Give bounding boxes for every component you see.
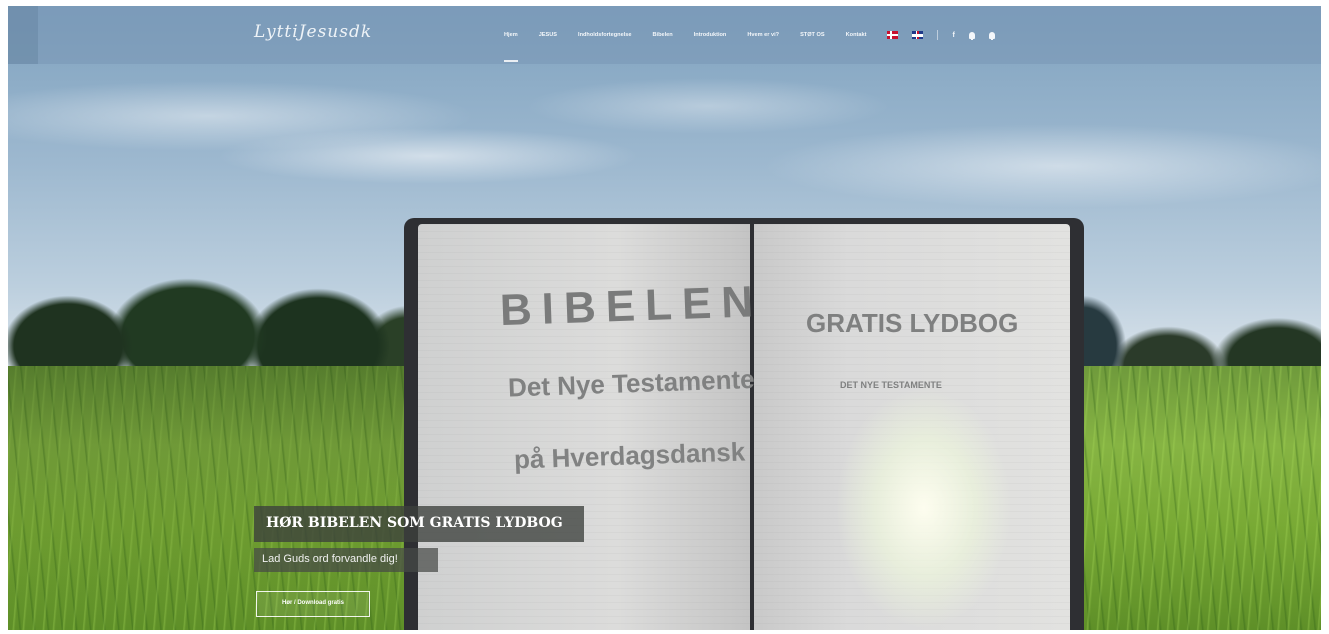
top-navbar: LyttiJesusdk Hjem JESUS Indholdsfortegne… xyxy=(8,6,1321,64)
book-right-title: GRATIS LYDBOG xyxy=(806,308,1019,338)
site-logo[interactable]: LyttiJesusdk xyxy=(254,22,372,42)
bell-icon[interactable] xyxy=(968,31,975,40)
hero-title-text: HØR BIBELEN SOM GRATIS LYDBOG xyxy=(266,515,563,531)
nav-item-jesus[interactable]: JESUS xyxy=(539,32,557,38)
hero-caption-subtitle: Lad Guds ord forvandle dig! xyxy=(254,548,438,572)
nav-item-hvem-er-vi[interactable]: Hvem er vi? xyxy=(747,32,779,38)
facebook-icon[interactable]: f xyxy=(952,32,954,39)
nav-divider xyxy=(937,30,939,40)
hero-cta-button[interactable]: Hør / Download gratis xyxy=(256,591,370,617)
open-bible-image: BIBELEN Det Nye Testamente på Hverdagsda… xyxy=(404,218,1084,630)
light-glow xyxy=(804,348,1044,628)
main-nav: Hjem JESUS Indholdsfortegnelse Bibelen I… xyxy=(504,28,1009,62)
nav-item-hjem[interactable]: Hjem xyxy=(504,32,518,62)
danish-flag-icon[interactable] xyxy=(887,31,899,39)
hero-cta-label: Hør / Download gratis xyxy=(281,600,344,606)
lock-icon[interactable] xyxy=(988,31,995,40)
nav-item-stot-os[interactable]: STØT OS xyxy=(800,32,825,38)
hero-caption-title: HØR BIBELEN SOM GRATIS LYDBOG xyxy=(254,506,584,542)
navbar-left-panel xyxy=(8,6,38,64)
book-right-subtitle: DET NYE TESTAMENTE xyxy=(840,380,942,390)
hero-section: BIBELEN Det Nye Testamente på Hverdagsda… xyxy=(8,6,1321,630)
book-title-bibelen: BIBELEN xyxy=(499,277,764,336)
nav-item-kontakt[interactable]: Kontakt xyxy=(846,32,867,38)
uk-flag-icon[interactable] xyxy=(912,31,924,39)
nav-item-introduktion[interactable]: Introduktion xyxy=(694,32,727,38)
hero-subtitle-text: Lad Guds ord forvandle dig! xyxy=(262,553,398,565)
nav-item-indholdsfortegnelse[interactable]: Indholdsfortegnelse xyxy=(578,32,631,38)
nav-item-bibelen[interactable]: Bibelen xyxy=(653,32,673,38)
